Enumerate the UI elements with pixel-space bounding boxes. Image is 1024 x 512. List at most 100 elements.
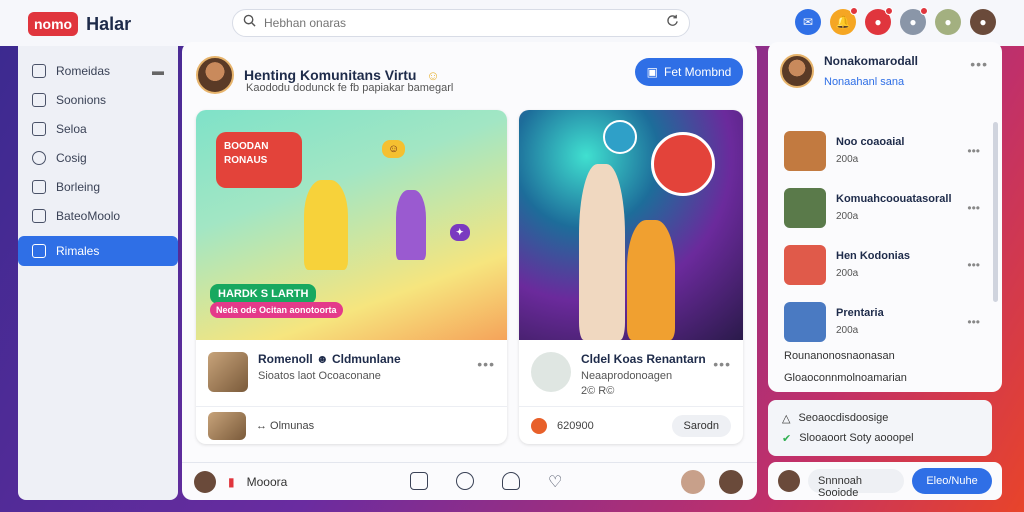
rp-footer-2: Gloaoconnmolnoamarian: [784, 372, 907, 384]
rp-more-icon[interactable]: •••: [970, 56, 988, 72]
author-thumb[interactable]: [208, 352, 248, 392]
group-avatar[interactable]: [780, 54, 814, 88]
notifications-icon[interactable]: 🔔: [830, 7, 858, 35]
compose-bar: Snnnoah Sooiode Eleo/Nuhe: [768, 462, 1002, 500]
note-1[interactable]: △ Seoaocdisdoosige: [782, 408, 978, 428]
list-item-2[interactable]: Hen Kodonias 200a •••: [768, 236, 1002, 293]
list-item-0[interactable]: Noo coaoaial 200a •••: [768, 122, 1002, 179]
profile-avatar-1[interactable]: ●: [900, 7, 928, 35]
left-sidebar: Romeidas ▬ Soonions Seloa Cosig Borleing …: [18, 46, 178, 500]
collapse-icon[interactable]: ▬: [152, 64, 164, 78]
post-card-2[interactable]: Cldel Koas Renantarn Neaaprodonoagen 2© …: [519, 110, 743, 444]
card-subtitle: Sioatos laot Ocoaconane: [258, 370, 381, 382]
chat-icon: [603, 120, 637, 154]
main-feed: Henting Komunitans Virtu ☺ Kaododu dodun…: [182, 42, 757, 500]
compose-avatar[interactable]: [778, 470, 800, 492]
share-icon[interactable]: [410, 471, 428, 490]
card-subtitle-2: Neaaprodonoagen: [581, 370, 673, 382]
video-icon: [32, 179, 46, 194]
logo-badge: nomo: [28, 12, 79, 36]
item-more-icon[interactable]: •••: [967, 201, 980, 215]
smile-icon: ☺: [426, 67, 440, 83]
profile-avatar-3[interactable]: [681, 469, 705, 494]
post-card-1[interactable]: BOODAN RONAUS ☺ HARDK S LARTH Neda ode O…: [196, 110, 507, 444]
join-button[interactable]: ▣ Fet Mombnd: [635, 58, 743, 86]
right-panel: Nonakomarodall Nonaahanl sana ••• Noo co…: [768, 42, 1002, 392]
sidebar-item-6[interactable]: Rimales: [18, 236, 178, 266]
more-options-icon[interactable]: •••: [477, 356, 495, 372]
event-image-1[interactable]: BOODAN RONAUS ☺ HARDK S LARTH Neda ode O…: [196, 110, 507, 340]
note-2[interactable]: ✔ Slooaoort Soty aooopel: [782, 428, 978, 448]
footer-label[interactable]: ↔ Olmunas: [256, 420, 314, 432]
search-bar[interactable]: [232, 9, 690, 37]
item-name: Komuahcoouatasorall: [836, 193, 952, 205]
sidebar-item-5[interactable]: BateoMoolo: [18, 201, 178, 230]
avatar[interactable]: [196, 56, 234, 94]
item-meta: 200a: [836, 211, 859, 222]
profile-avatar-4[interactable]: [719, 469, 743, 494]
compose-button[interactable]: Eleo/Nuhe: [912, 468, 992, 494]
add-icon[interactable]: ▮: [228, 475, 235, 489]
item-more-icon[interactable]: •••: [967, 258, 980, 272]
item-more-icon[interactable]: •••: [967, 315, 980, 329]
home-icon: [32, 63, 46, 78]
sidebar-item-4[interactable]: Borleing: [18, 172, 178, 201]
item-thumb: [784, 187, 826, 228]
sidebar-item-0[interactable]: Romeidas ▬: [18, 56, 178, 85]
top-icons: ✉ 🔔 ● ● ● ●: [795, 7, 996, 35]
sidebar-item-3[interactable]: Cosig: [18, 143, 178, 172]
item-thumb: [784, 130, 826, 171]
item-thumb: [784, 244, 826, 285]
comment-icon[interactable]: [456, 471, 474, 490]
sidebar-item-1[interactable]: Soonions: [18, 85, 178, 114]
profile-avatar-2[interactable]: ●: [935, 9, 961, 35]
messenger-icon[interactable]: ✉: [795, 9, 821, 35]
save-button[interactable]: Sarodn: [671, 414, 731, 437]
shield-icon: [32, 208, 46, 223]
warning-icon: △: [782, 412, 791, 425]
reaction-icon[interactable]: [531, 417, 547, 434]
item-name: Noo coaoaial: [836, 136, 905, 148]
compose-input[interactable]: Snnnoah Sooiode: [808, 469, 904, 499]
refresh-icon[interactable]: [666, 14, 679, 32]
heart-icon: [32, 150, 46, 165]
user-avatar[interactable]: ●: [970, 9, 996, 35]
bottom-avatar[interactable]: [194, 470, 216, 493]
banner-circle: [651, 132, 715, 196]
search-icon: [243, 14, 256, 32]
bottom-bar: ▮ Mooora ♡: [182, 462, 757, 500]
card-title: Romenoll ☻ Cldmunlane: [258, 352, 401, 366]
footer-count: 620900: [557, 419, 594, 432]
app-logo[interactable]: nomo Halar: [28, 12, 131, 36]
event-image-2[interactable]: [519, 110, 743, 340]
top-bar: nomo Halar ✉ 🔔 ● ● ● ●: [0, 0, 1024, 46]
list-item-3[interactable]: Prentaria 200a •••: [768, 293, 1002, 350]
search-input[interactable]: [264, 16, 658, 30]
item-thumb: [784, 301, 826, 342]
people-icon[interactable]: [502, 471, 520, 490]
card-footer-2: 620900 Sarodn: [519, 406, 743, 444]
footer-thumb[interactable]: [208, 411, 246, 440]
rp-list: Noo coaoaial 200a ••• Komuahcoouatasorall…: [768, 122, 1002, 350]
more-options-icon-2[interactable]: •••: [713, 356, 731, 372]
heart-icon[interactable]: ♡: [548, 472, 562, 492]
banner-caption: Neda ode Ocitan aonotoorta: [210, 302, 343, 318]
post-subtitle: Kaododu dodunck fe fb papiakar bamegarl: [246, 82, 454, 94]
logo-text: Halar: [86, 13, 132, 34]
child-figure-3: [627, 220, 675, 340]
chat-bubble-icon: ✦: [450, 224, 470, 241]
scrollbar[interactable]: [993, 122, 998, 302]
list-item-1[interactable]: Komuahcoouatasorall 200a •••: [768, 179, 1002, 236]
bottom-label[interactable]: Mooora: [247, 475, 288, 489]
sidebar-item-2[interactable]: Seloa: [18, 114, 178, 143]
sessions-icon: [32, 92, 46, 107]
item-meta: 200a: [836, 325, 859, 336]
live-icon[interactable]: ●: [865, 7, 893, 35]
child-figure-2: [396, 190, 426, 260]
action-icons: ♡: [410, 471, 562, 492]
notes-panel: △ Seoaocdisdoosige ✔ Slooaoort Soty aooope…: [768, 400, 992, 456]
card-meta: Romenoll ☻ Cldmunlane Sioatos laot Ocoac…: [208, 352, 401, 392]
item-more-icon[interactable]: •••: [967, 144, 980, 158]
emoji-thumb[interactable]: [531, 352, 571, 392]
banner-tag: ☺: [382, 140, 406, 158]
